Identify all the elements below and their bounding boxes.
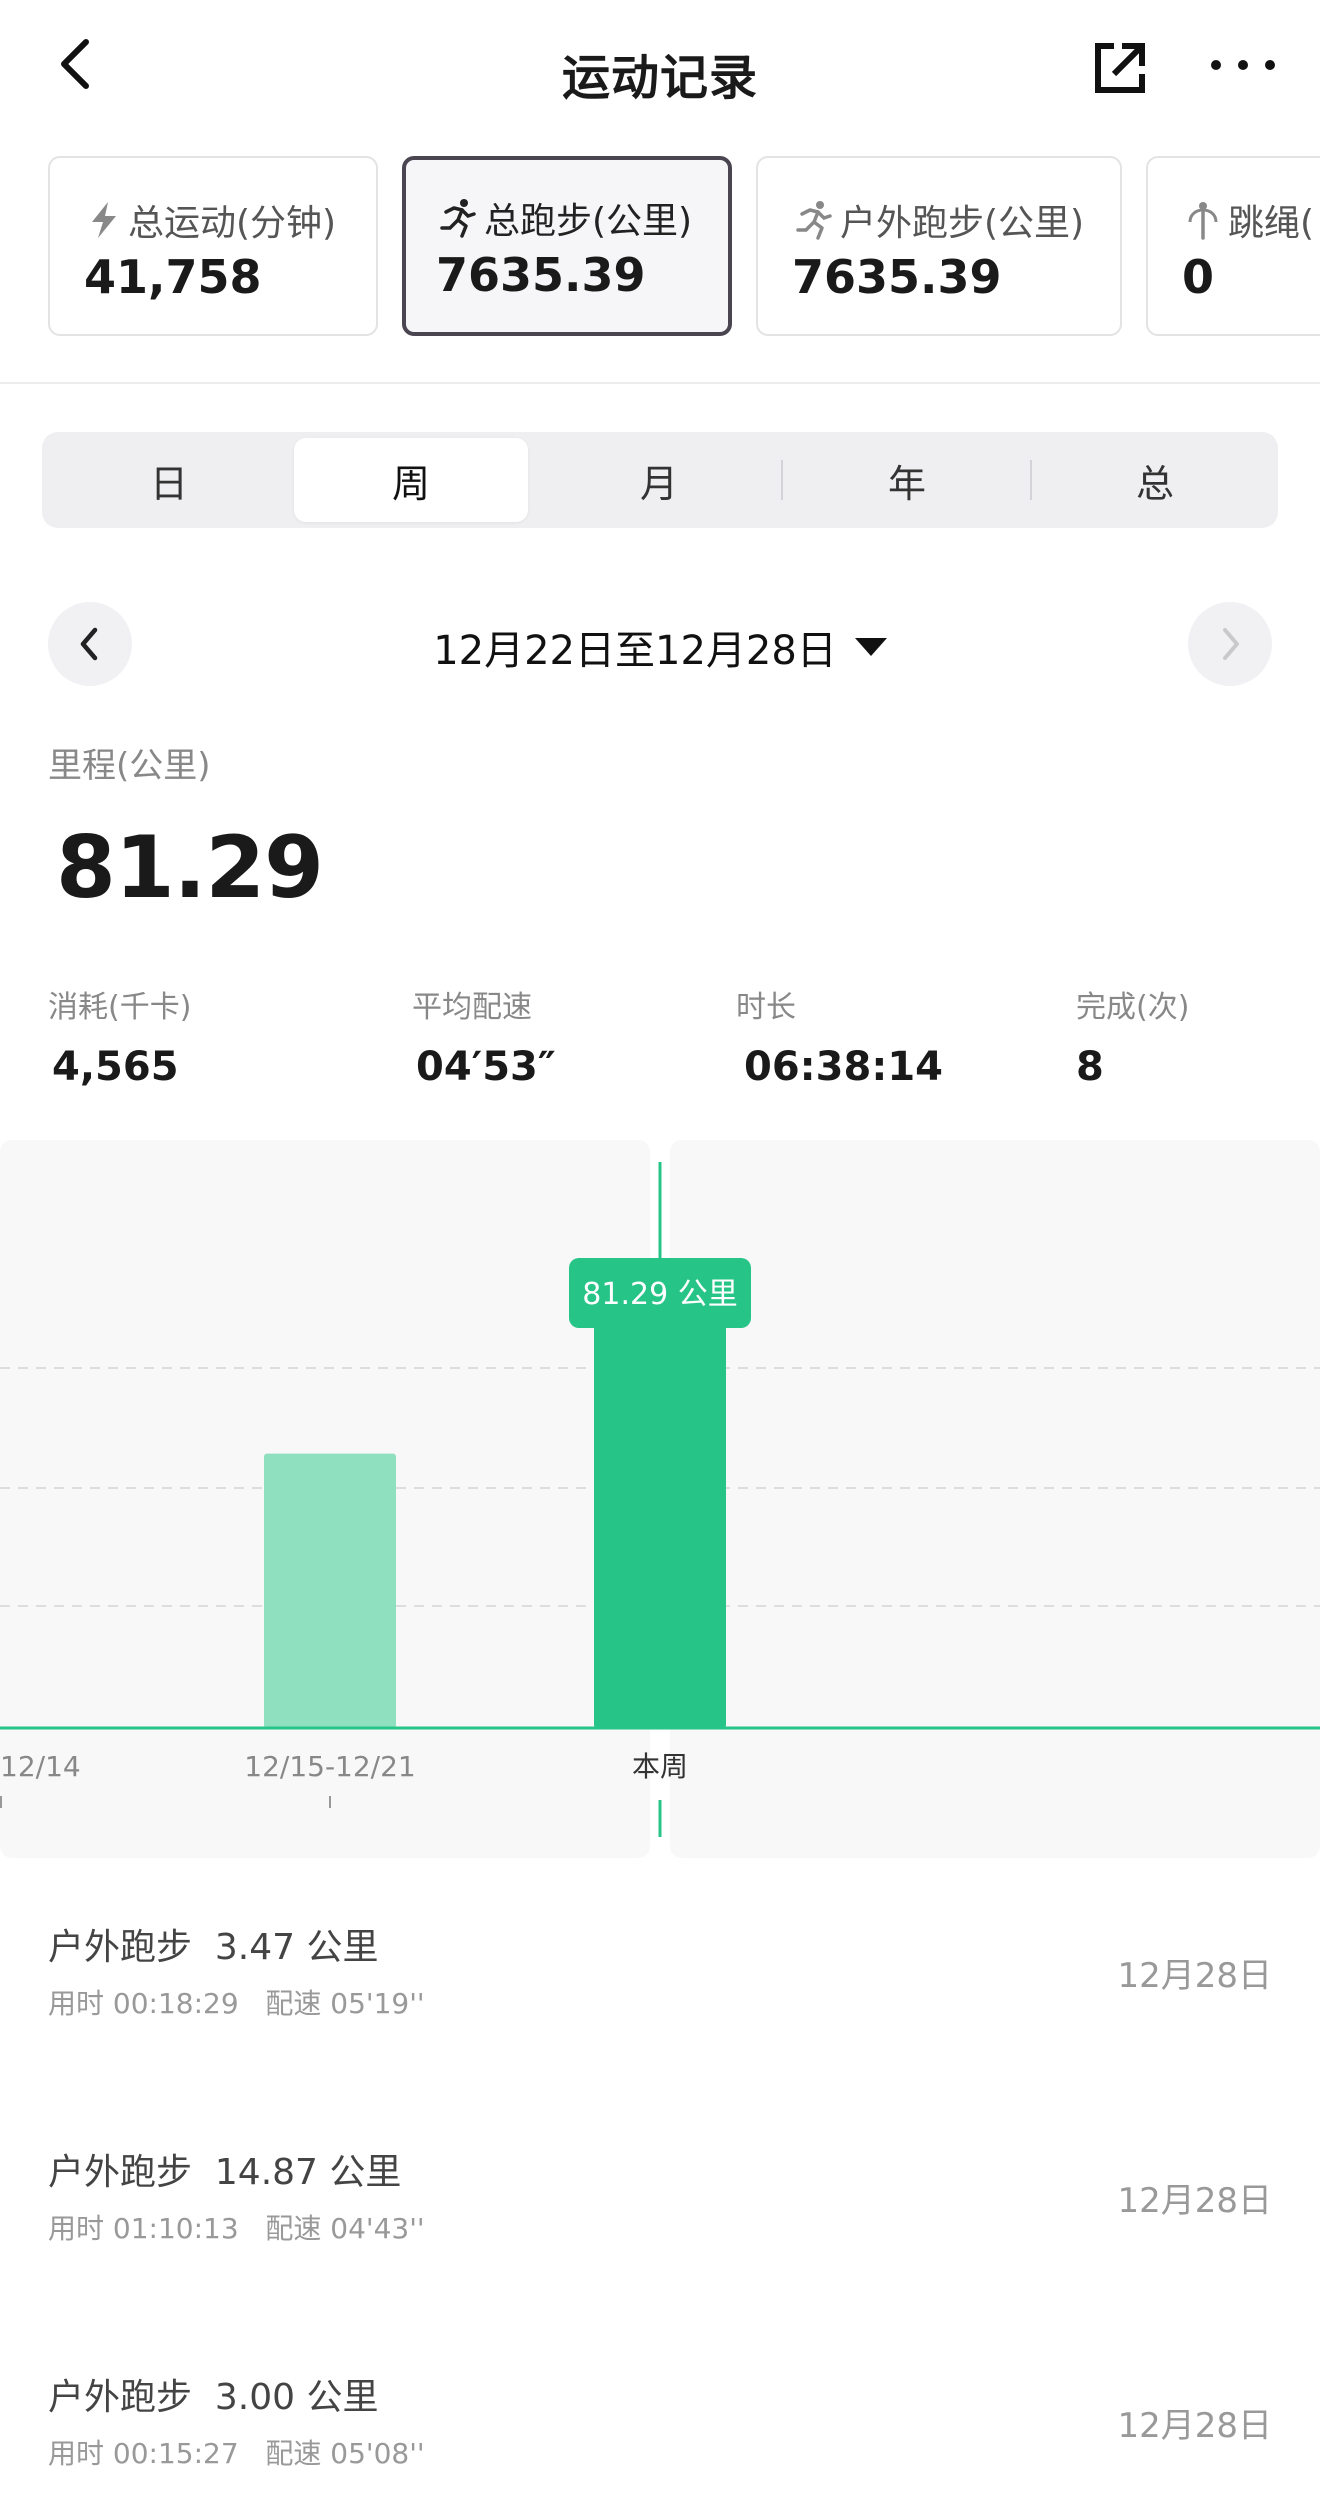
metric-label: 消耗(千卡) [48,990,192,1025]
metric-value: 06:38:14 [744,1044,943,1090]
card-value: 0 [1182,250,1215,304]
more-dots-icon [1211,60,1275,70]
header: 运动记录 [0,0,1320,132]
chart-x-label: 12/15-12/21 [244,1750,416,1783]
period-tab-week[interactable]: 周 [294,438,528,522]
card-value: 41,758 [84,250,262,304]
date-range-text: 12月22日至12月28日 [433,628,837,674]
card-label: 跳绳( [1228,203,1315,244]
segment-separator [1030,460,1032,500]
date-range-selector[interactable]: 12月22日至12月28日 [0,618,1320,676]
share-button[interactable] [1092,40,1148,96]
run-list-item[interactable]: 户外跑步 14.87 公里 用时 01:10:13 配速 04'43'' 12月… [0,2143,1320,2323]
card-total-running[interactable]: 总跑步(公里) 7635.39 [402,156,732,336]
card-label: 总跑步(公里) [484,201,693,242]
card-outdoor-running[interactable]: 户外跑步(公里) 7635.39 [756,156,1122,336]
card-value: 7635.39 [436,248,646,302]
lightning-icon [92,202,116,238]
card-jump-rope[interactable]: 跳绳( 0 [1146,156,1320,336]
card-label-row: 总运动(分钟) [88,194,336,246]
caret-down-icon [854,638,887,656]
card-value: 7635.39 [792,250,1002,304]
run-list-item[interactable]: 户外跑步 3.00 公里 用时 00:15:27 配速 05'08'' 12月2… [0,2368,1320,2502]
chart-bar [264,1453,396,1728]
card-label: 总运动(分钟) [128,203,337,244]
period-tab-day[interactable]: 日 [52,438,286,522]
metric-value: 04′53″ [416,1044,556,1090]
card-label-row: 跳绳( [1186,194,1314,246]
distance-label: 里程(公里) [48,746,211,786]
metric-value: 4,565 [52,1044,179,1090]
card-label-row: 总跑步(公里) [440,192,692,244]
period-tab-year[interactable]: 年 [790,438,1024,522]
run-title: 户外跑步 3.47 公里 [48,1927,379,1968]
metric-value: 8 [1076,1044,1104,1090]
run-date: 12月28日 [1117,2406,1272,2446]
run-title: 户外跑步 14.87 公里 [48,2152,402,2193]
period-segmented-control: 日 周 月 年 总 [42,432,1278,528]
metric-label: 时长 [736,990,796,1025]
card-label-row: 户外跑步(公里) [796,194,1084,246]
weekly-distance-chart[interactable]: 81.29 公里 12/14 12/15-12/21 本周 [0,1140,1320,1858]
stat-cards: 总运动(分钟) 41,758 总跑步(公里) 7635.39 户外跑步(公里) … [48,156,1320,336]
distance-value: 81.29 [56,818,324,918]
external-share-icon [1095,43,1145,93]
run-list-item[interactable]: 户外跑步 3.47 公里 用时 00:18:29 配速 05'19'' 12月2… [0,1918,1320,2098]
chart-x-label: 12/14 [0,1750,81,1783]
card-total-exercise[interactable]: 总运动(分钟) 41,758 [48,156,378,336]
metric-label: 平均配速 [412,990,532,1025]
chart-panel [670,1140,1320,1858]
more-button[interactable] [1208,50,1278,80]
run-details: 用时 00:15:27 配速 05'08'' [48,2437,425,2470]
run-details: 用时 01:10:13 配速 04'43'' [48,2212,425,2245]
period-tab-month[interactable]: 月 [542,438,776,522]
segment-separator [781,460,783,500]
card-label: 户外跑步(公里) [840,203,1085,244]
run-date: 12月28日 [1117,1956,1272,1996]
chart-x-label: 本周 [632,1750,688,1783]
run-date: 12月28日 [1117,2181,1272,2221]
next-period-button[interactable] [1188,602,1272,686]
chart-tooltip-text: 81.29 公里 [582,1277,737,1312]
jump-rope-icon [1188,202,1218,240]
metric-label: 完成(次) [1076,990,1190,1025]
divider [0,382,1320,384]
chevron-right-icon [1223,628,1239,660]
run-details: 用时 00:18:29 配速 05'19'' [48,1987,425,2020]
period-tab-all[interactable]: 总 [1038,438,1272,522]
runner-icon [796,201,832,240]
run-title: 户外跑步 3.00 公里 [48,2377,379,2418]
runner-icon [440,199,476,238]
